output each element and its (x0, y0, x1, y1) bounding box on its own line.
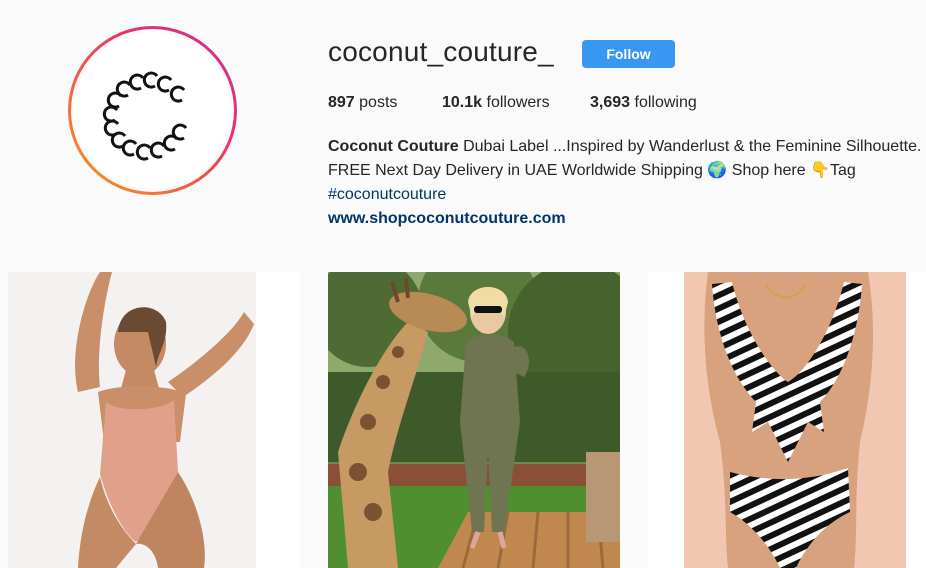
bio-line-1: Coconut Couture Dubai Label ...Inspired … (328, 135, 926, 159)
profile-bio: Coconut Couture Dubai Label ...Inspired … (328, 135, 926, 231)
post-thumbnail-3[interactable] (648, 272, 926, 568)
posts-count: 897 (328, 94, 355, 111)
followers-count: 10.1k (442, 94, 483, 111)
brand-logo (74, 32, 231, 189)
post-thumbnail-2[interactable] (328, 272, 620, 568)
post-image-2 (328, 272, 620, 568)
profile-full-name: Coconut Couture (328, 138, 459, 155)
crescent-c-logo-icon (102, 71, 188, 161)
following-stat[interactable]: 3,693 following (590, 94, 697, 112)
posts-label: posts (359, 94, 398, 111)
bio-line-2: FREE Next Day Delivery in UAE Worldwide … (328, 162, 856, 179)
bio-description: Dubai Label ...Inspired by Wanderlust & … (458, 138, 922, 155)
followers-stat[interactable]: 10.1k followers (442, 94, 550, 112)
profile-username: coconut_couture_ (328, 36, 554, 67)
profile-website-link[interactable]: www.shopcoconutcouture.com (328, 207, 926, 231)
following-label: following (634, 94, 697, 111)
profile-avatar[interactable] (68, 26, 237, 195)
follow-button[interactable]: Follow (582, 40, 675, 68)
bio-hashtag-link[interactable]: #coconutcouture (328, 183, 926, 207)
post-image-3 (648, 272, 926, 568)
avatar-border (71, 29, 234, 192)
followers-label: followers (486, 94, 550, 111)
following-count: 3,693 (590, 94, 631, 111)
posts-stat: 897 posts (328, 94, 397, 112)
post-thumbnail-1[interactable] (8, 272, 300, 568)
post-image-1 (8, 272, 300, 568)
